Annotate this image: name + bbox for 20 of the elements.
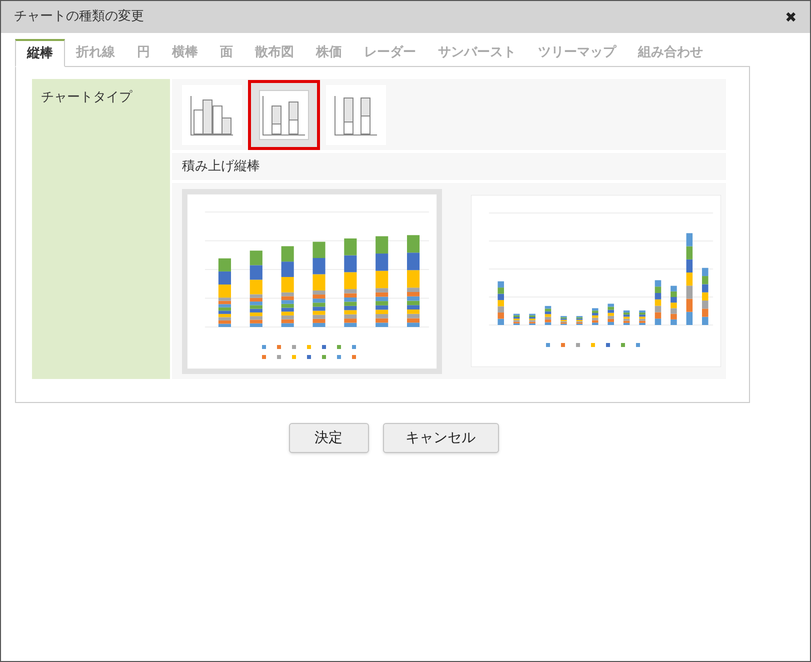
close-button[interactable]: ✖ [785,10,797,24]
window-title: チャートの種類の変更 [14,8,144,26]
chart-tab[interactable]: 横棒 [161,39,209,67]
chart-tab[interactable]: ツリーマップ [527,39,627,67]
cancel-button[interactable]: キャンセル [382,423,498,453]
chart-tab[interactable]: 縦棒 [15,39,65,67]
chart-tab[interactable]: 円 [126,39,161,67]
chart-subtype-button[interactable] [248,80,320,150]
chart-subtype-button[interactable] [326,84,386,144]
chart-tab[interactable]: 面 [209,39,244,67]
chart-tab[interactable]: 折れ線 [65,39,126,67]
subtype-caption: 積み上げ縦棒 [182,158,260,176]
chart-tab[interactable]: 散布図 [244,39,305,67]
chart-tab[interactable]: レーダー [353,39,427,67]
chart-type-label: チャートタイプ [41,90,132,105]
chart-subtype-button[interactable] [182,84,242,144]
chart-tab[interactable]: 株価 [305,39,353,67]
chart-tab[interactable]: 組み合わせ [627,39,714,67]
ok-button[interactable]: 決定 [288,423,368,453]
chart-tab[interactable]: サンバースト [427,39,527,67]
